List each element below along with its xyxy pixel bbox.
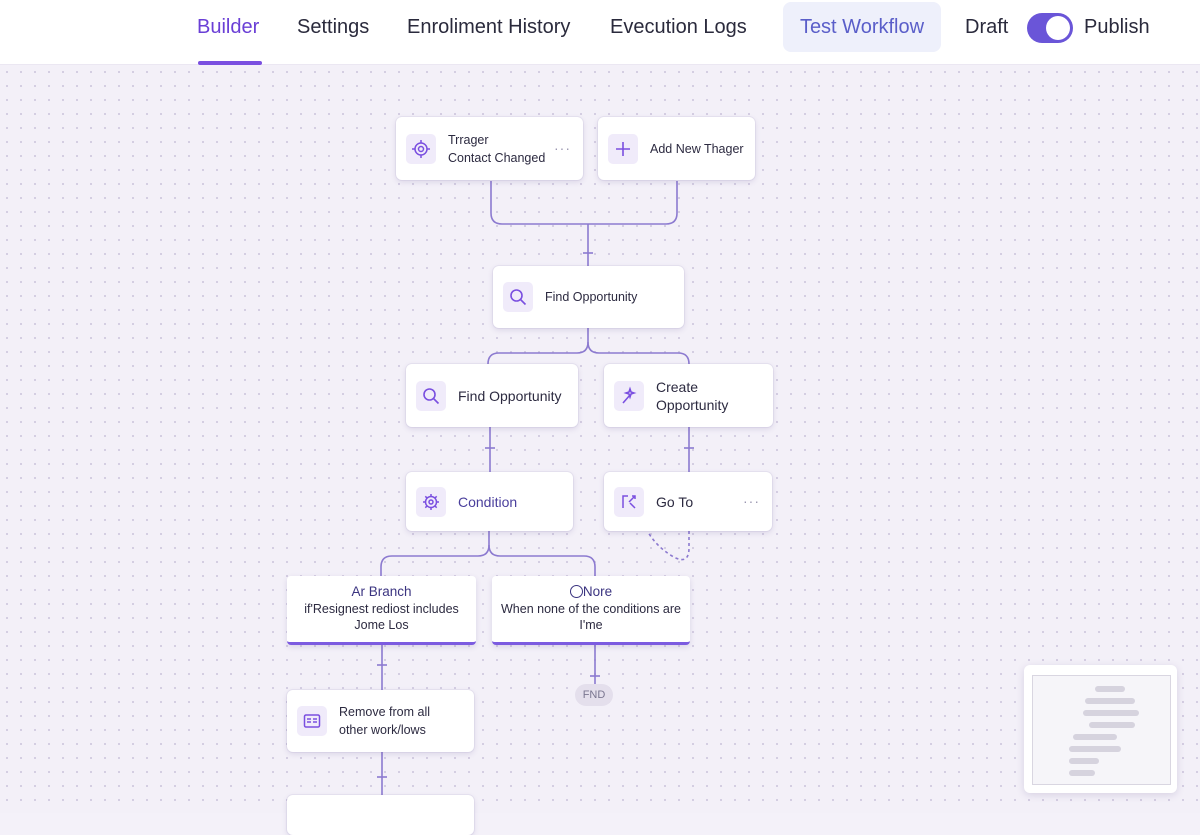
branch-none-line-1: When none of the conditions are	[501, 602, 681, 616]
branch-a-description: if'Resignest rediost includes Jome Los	[287, 601, 476, 633]
test-workflow-button[interactable]: Test Workflow	[783, 2, 941, 52]
toggle-knob	[1046, 16, 1070, 40]
next-node-partial[interactable]	[287, 795, 474, 835]
tab-builder[interactable]: Builder	[197, 16, 259, 39]
minimap-block	[1083, 710, 1139, 716]
gear-icon	[416, 486, 446, 517]
remove-from-workflows-node[interactable]: Remove from all other work/lows	[287, 690, 474, 752]
find-opportunity-label-2: Find Opportunity	[458, 387, 562, 404]
branch-a-card[interactable]: Ar Branch if'Resignest rediost includes …	[287, 576, 476, 645]
create-opportunity-label: Create Opportunity	[656, 378, 729, 413]
branch-none-line-2: I'me	[579, 618, 603, 632]
minimap-block	[1069, 770, 1095, 776]
branch-none-title: Nore	[582, 584, 613, 599]
go-to-node[interactable]: Go To ···	[604, 472, 772, 531]
find-opportunity-label-1: Find Opportunity	[545, 290, 638, 304]
circle-icon	[569, 585, 583, 598]
remove-line-2: other work/lows	[339, 723, 426, 737]
branch-a-line-2: Jome Los	[354, 618, 409, 632]
remove-line-1: Remove from all	[339, 705, 430, 719]
target-icon	[406, 133, 436, 164]
minimap-block	[1095, 686, 1125, 692]
branch-none-description: When none of the conditions are I'me	[492, 601, 690, 633]
publish-label: Publish	[1084, 16, 1150, 38]
search-icon	[416, 380, 446, 411]
condition-label: Condition	[458, 493, 518, 510]
tab-settings[interactable]: Settings	[297, 16, 369, 39]
trigger-title: Trrager	[448, 132, 489, 147]
plus-icon	[608, 133, 638, 164]
minimap-block	[1085, 698, 1135, 704]
end-marker: FND	[575, 684, 613, 706]
add-trigger-node[interactable]: Add New Thager	[598, 117, 755, 180]
trigger-text: Trrager Contact Changed	[448, 131, 545, 167]
minimap-block	[1069, 758, 1099, 764]
find-opportunity-node-2[interactable]: Find Opportunity	[406, 364, 578, 427]
branch-a-line-1: if'Resignest rediost includes	[304, 602, 459, 616]
remove-icon	[297, 706, 327, 736]
branch-none-card[interactable]: Nore When none of the conditions are I'm…	[492, 576, 690, 645]
trigger-node[interactable]: Trrager Contact Changed ···	[396, 117, 583, 180]
go-to-more-icon[interactable]: ···	[743, 493, 760, 509]
tab-enrollment-history[interactable]: Enroliment History	[407, 16, 570, 39]
draft-label: Draft	[965, 16, 1009, 38]
publish-toggle[interactable]	[1027, 13, 1073, 43]
top-navigation-bar: Builder Settings Enroliment History Evec…	[0, 0, 1200, 65]
branch-none-title-row: Nore	[492, 584, 690, 599]
minimap-block	[1069, 746, 1121, 752]
wand-icon	[614, 380, 644, 411]
goto-icon	[614, 486, 644, 517]
trigger-subtitle: Contact Changed	[448, 150, 546, 165]
minimap[interactable]	[1024, 665, 1177, 793]
go-to-label: Go To	[656, 493, 694, 510]
remove-text: Remove from all other work/lows	[339, 703, 430, 739]
minimap-block	[1089, 722, 1135, 728]
create-opportunity-node[interactable]: Create Opportunity	[604, 364, 773, 427]
find-opportunity-node-1[interactable]: Find Opportunity	[493, 266, 684, 328]
add-trigger-label: Add New Thager	[650, 141, 744, 156]
minimap-block	[1073, 734, 1117, 740]
minimap-viewport[interactable]	[1032, 675, 1171, 785]
tab-execution-logs[interactable]: Evecution Logs	[610, 16, 747, 39]
condition-node[interactable]: Condition	[406, 472, 573, 531]
branch-a-title: Ar Branch	[351, 584, 412, 599]
search-icon	[503, 282, 533, 312]
trigger-more-icon[interactable]: ···	[554, 140, 571, 156]
